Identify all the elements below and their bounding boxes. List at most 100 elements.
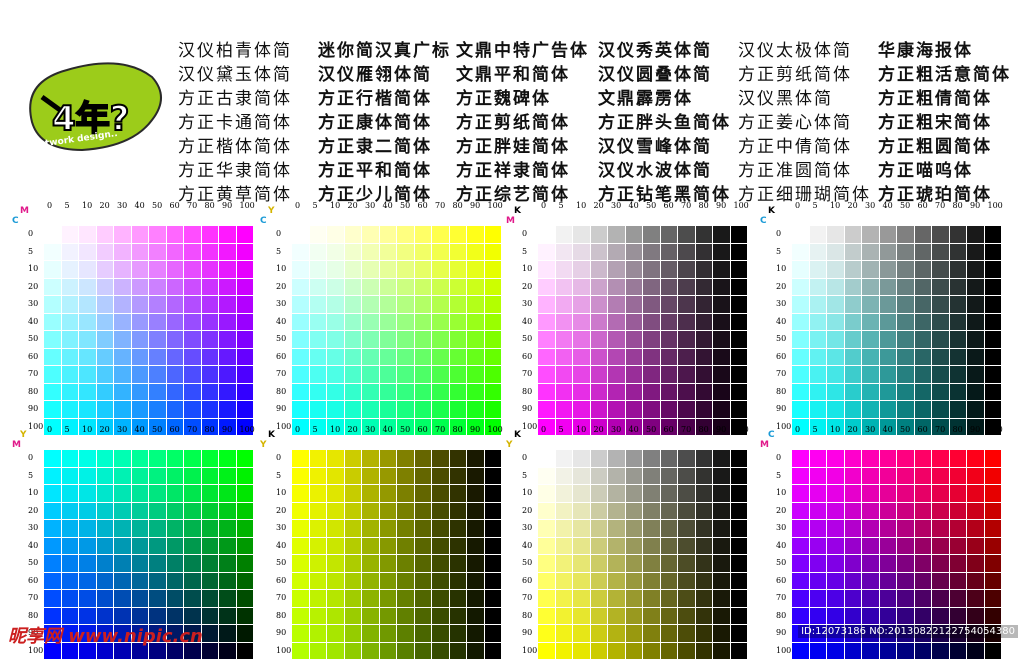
color-swatch: [538, 226, 555, 243]
color-swatch: [731, 555, 748, 572]
color-swatch: [380, 503, 397, 520]
color-swatch: [237, 520, 254, 537]
color-swatch: [362, 538, 379, 555]
axis-y-tag: M: [12, 440, 21, 450]
color-swatch: [827, 573, 844, 590]
color-swatch: [827, 296, 844, 313]
color-swatch: [985, 349, 1002, 366]
axis-x-tag: C: [768, 430, 775, 440]
color-swatch: [345, 555, 362, 572]
axis-left-tick: 90: [276, 628, 286, 637]
color-swatch: [62, 314, 79, 331]
color-swatch: [292, 314, 309, 331]
color-swatch: [327, 331, 344, 348]
axis-left-tick: 50: [28, 334, 38, 343]
color-swatch: [485, 520, 502, 537]
color-swatch: [397, 331, 414, 348]
axis-left-tick: 10: [276, 264, 286, 273]
color-swatch: [661, 643, 678, 659]
color-swatch: [167, 401, 184, 418]
color-swatch: [149, 520, 166, 537]
axis-left-tick: 100: [28, 422, 43, 431]
color-swatch: [184, 279, 201, 296]
axis-top-tick: 80: [699, 201, 709, 210]
color-swatch: [149, 314, 166, 331]
axis-left-tick: 10: [28, 264, 38, 273]
color-swatch: [62, 244, 79, 261]
color-swatch: [731, 349, 748, 366]
color-swatch: [713, 314, 730, 331]
color-swatch: [608, 296, 625, 313]
color-swatch: [467, 401, 484, 418]
color-swatch: [967, 555, 984, 572]
color-swatch: [862, 244, 879, 261]
color-swatch: [731, 538, 748, 555]
color-swatch: [345, 314, 362, 331]
color-swatch: [345, 538, 362, 555]
color-swatch: [696, 384, 713, 401]
color-swatch: [827, 384, 844, 401]
color-swatch: [97, 366, 114, 383]
color-swatch: [792, 520, 809, 537]
color-swatch: [467, 555, 484, 572]
color-swatch: [167, 468, 184, 485]
color-swatch: [696, 450, 713, 467]
color-swatch: [310, 261, 327, 278]
color-swatch: [432, 450, 449, 467]
color-swatch: [97, 538, 114, 555]
color-swatch: [932, 485, 949, 502]
color-swatch: [397, 384, 414, 401]
color-swatch: [44, 555, 61, 572]
color-swatch: [950, 226, 967, 243]
color-swatch: [79, 349, 96, 366]
color-swatch: [114, 314, 131, 331]
color-swatch: [792, 608, 809, 625]
color-swatch: [862, 401, 879, 418]
axis-left-tick: 0: [776, 453, 781, 462]
color-swatch: [310, 503, 327, 520]
color-swatch: [415, 226, 432, 243]
color-swatch: [792, 261, 809, 278]
color-swatch: [132, 279, 149, 296]
color-swatch: [713, 608, 730, 625]
color-swatch: [573, 314, 590, 331]
color-swatch: [219, 349, 236, 366]
axis-top-tick: 0: [295, 201, 300, 210]
color-swatch: [44, 314, 61, 331]
color-swatch: [432, 468, 449, 485]
axis-top-tick: 100: [240, 201, 255, 210]
color-swatch: [915, 366, 932, 383]
color-swatch: [827, 608, 844, 625]
color-swatch: [292, 573, 309, 590]
axis-top-tick: 90: [470, 425, 480, 434]
color-swatch: [713, 503, 730, 520]
color-swatch: [810, 643, 827, 659]
color-swatch: [149, 331, 166, 348]
color-swatch: [184, 590, 201, 607]
color-swatch: [132, 520, 149, 537]
color-swatch: [678, 384, 695, 401]
color-swatch: [678, 503, 695, 520]
axis-left-tick: 30: [776, 523, 786, 532]
axis-x-tag: K: [268, 430, 275, 440]
color-swatch: [862, 608, 879, 625]
axis-top-tick: 5: [313, 201, 318, 210]
color-swatch: [643, 279, 660, 296]
color-swatch: [678, 366, 695, 383]
color-swatch: [132, 573, 149, 590]
color-swatch: [932, 366, 949, 383]
color-swatch: [327, 520, 344, 537]
color-swatch: [643, 625, 660, 642]
color-swatch: [626, 573, 643, 590]
color-swatch: [792, 538, 809, 555]
color-swatch: [985, 401, 1002, 418]
color-swatch: [915, 643, 932, 659]
color-swatch: [862, 279, 879, 296]
color-swatch: [810, 590, 827, 607]
color-swatch: [573, 401, 590, 418]
color-swatch: [897, 643, 914, 659]
color-swatch: [362, 485, 379, 502]
color-swatch: [608, 384, 625, 401]
color-swatch: [810, 331, 827, 348]
axis-left-tick: 70: [522, 593, 532, 602]
